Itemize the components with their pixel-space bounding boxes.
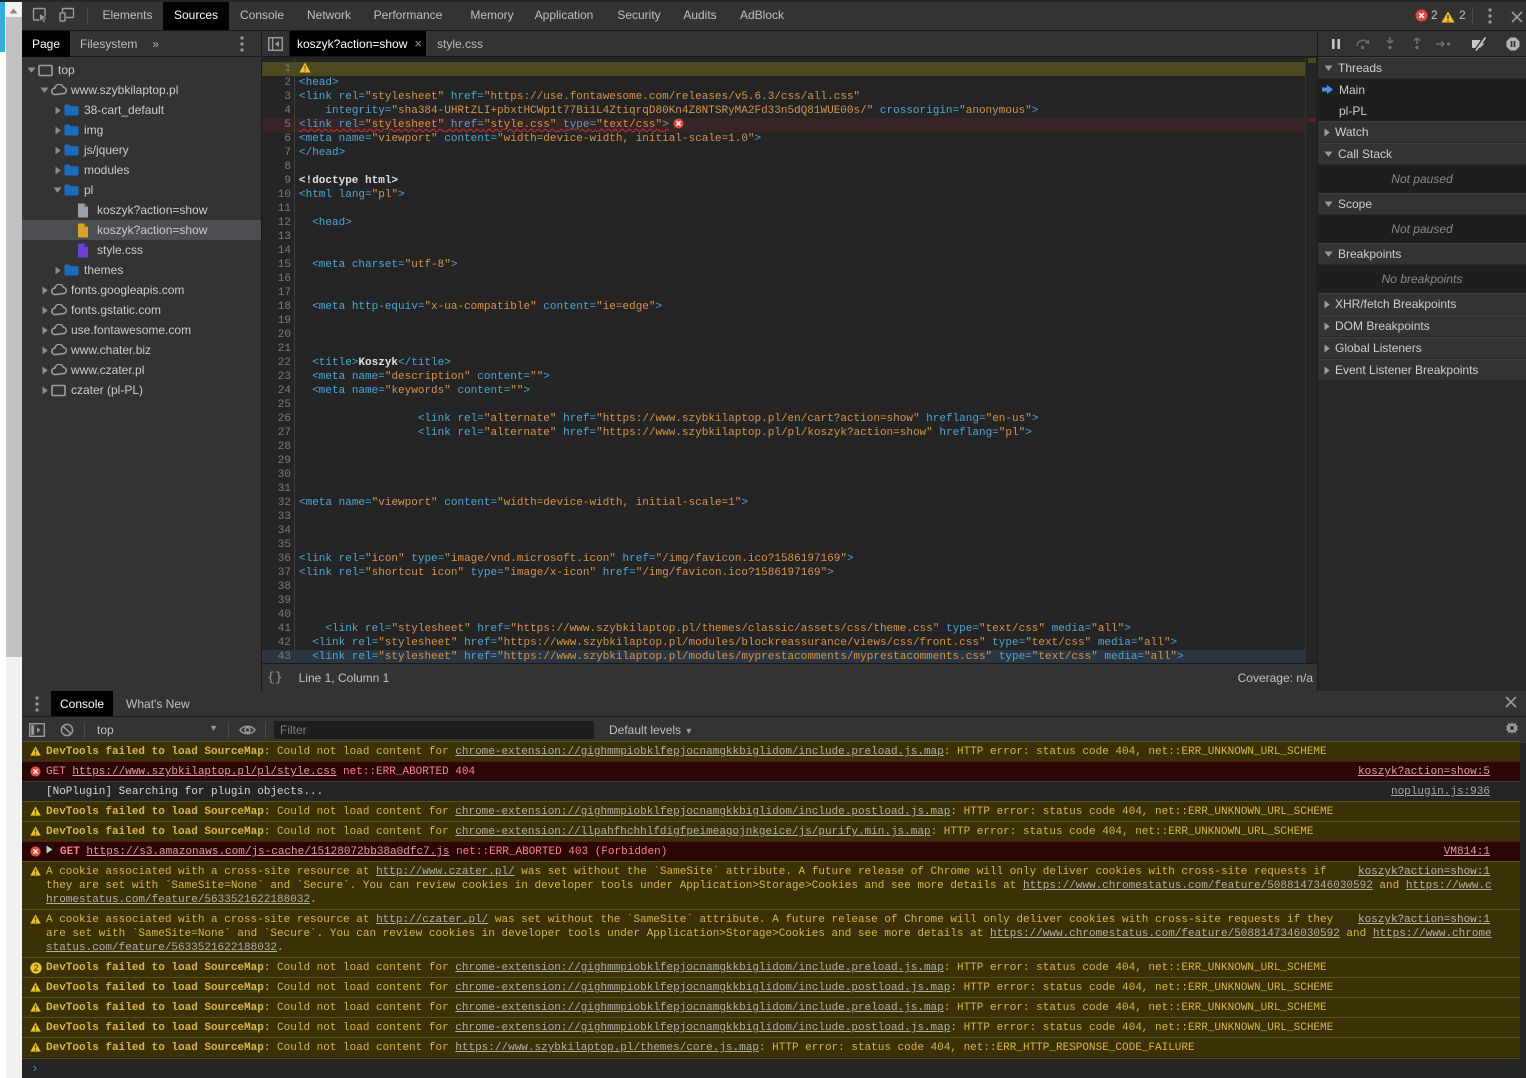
svg-text:2: 2 <box>33 963 38 973</box>
